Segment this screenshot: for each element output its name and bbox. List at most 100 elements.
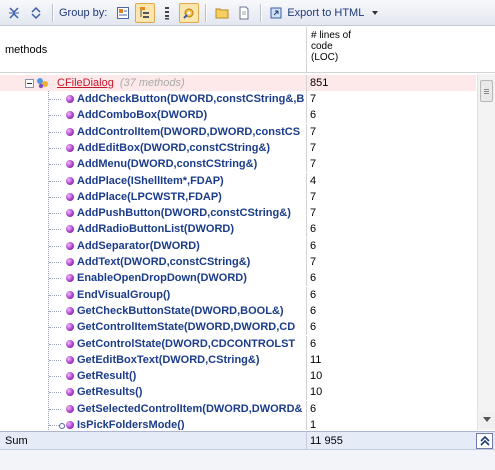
method-row[interactable]: AddSeparator(DWORD) 6 bbox=[0, 237, 476, 254]
method-row[interactable]: AddEditBox(DWORD,constCString&) 7 bbox=[0, 139, 476, 156]
tree-connector bbox=[49, 131, 61, 133]
column-header: methods # lines of code (LOC) bbox=[0, 27, 495, 73]
method-row[interactable]: GetControlItemState(DWORD,DWORD,CD 6 bbox=[0, 319, 476, 336]
method-row[interactable]: GetCheckButtonState(DWORD,BOOL&) 6 bbox=[0, 302, 476, 319]
column-divider bbox=[306, 156, 307, 173]
method-name[interactable]: GetResult() bbox=[77, 368, 306, 384]
method-row[interactable]: AddRadioButtonList(DWORD) 6 bbox=[0, 221, 476, 238]
method-icon bbox=[66, 339, 74, 348]
tree-connector bbox=[49, 278, 61, 280]
method-name[interactable]: AddRadioButtonList(DWORD) bbox=[77, 221, 306, 237]
tree-connector bbox=[49, 180, 61, 182]
tree-connector bbox=[49, 327, 61, 329]
toolbar-separator bbox=[260, 3, 262, 22]
method-loc-value: 7 bbox=[310, 207, 317, 220]
chevron-down-icon[interactable] bbox=[372, 10, 379, 15]
vertical-scrollbar[interactable] bbox=[477, 74, 495, 430]
method-name[interactable]: AddControlItem(DWORD,DWORD,constCS bbox=[77, 124, 306, 140]
method-name[interactable]: AddEditBox(DWORD,constCString&) bbox=[77, 140, 306, 156]
method-name[interactable]: AddPlace(IShellItem*,FDAP) bbox=[77, 173, 306, 189]
column-divider bbox=[306, 221, 307, 238]
method-name[interactable]: AddMenu(DWORD,constCString&) bbox=[77, 156, 306, 172]
column-divider bbox=[306, 254, 307, 270]
loc-column-header[interactable]: # lines of code (LOC) bbox=[306, 27, 476, 73]
tree-connector bbox=[49, 376, 61, 378]
method-name[interactable]: IsPickFoldersMode() bbox=[77, 417, 306, 430]
open-folder-button[interactable] bbox=[212, 3, 232, 23]
method-row[interactable]: GetResults() 10 bbox=[0, 384, 476, 401]
grip-line bbox=[484, 93, 489, 94]
class-name[interactable]: CFileDialog bbox=[57, 77, 114, 89]
group-by-type-button[interactable] bbox=[113, 3, 133, 23]
method-name[interactable]: GetControlItemState(DWORD,DWORD,CD bbox=[77, 319, 306, 335]
method-loc-value: 4 bbox=[310, 174, 317, 187]
tree-connector bbox=[49, 245, 61, 247]
class-row[interactable]: CFileDialog (37 methods) 851 bbox=[0, 75, 476, 91]
method-name[interactable]: AddCheckButton(DWORD,constCString&,B bbox=[77, 91, 306, 107]
grip-line bbox=[484, 91, 489, 92]
loc-header-line: # lines of bbox=[311, 30, 352, 41]
method-row[interactable]: AddPushButton(DWORD,constCString&) 7 bbox=[0, 205, 476, 222]
method-row[interactable]: GetControlState(DWORD,CDCONTROLST 6 bbox=[0, 335, 476, 352]
method-name[interactable]: GetSelectedControlItem(DWORD,DWORD& bbox=[77, 401, 306, 417]
document-button[interactable] bbox=[234, 3, 254, 23]
method-icon bbox=[66, 209, 74, 218]
method-row[interactable]: AddPlace(LPCWSTR,FDAP) 7 bbox=[0, 188, 476, 205]
column-divider bbox=[306, 368, 307, 385]
method-name[interactable]: GetControlState(DWORD,CDCONTROLST bbox=[77, 336, 306, 352]
method-icon bbox=[66, 421, 74, 429]
method-row[interactable]: EndVisualGroup() 6 bbox=[0, 286, 476, 303]
loc-header-line: (LOC) bbox=[311, 52, 339, 63]
tree-connector bbox=[49, 115, 61, 117]
method-row[interactable]: AddComboBox(DWORD) 6 bbox=[0, 107, 476, 124]
method-name[interactable]: AddPlace(LPCWSTR,FDAP) bbox=[77, 189, 306, 205]
group-by-hierarchy-button[interactable] bbox=[135, 2, 156, 23]
loc-header-line: code bbox=[311, 41, 333, 52]
method-name[interactable]: AddPushButton(DWORD,constCString&) bbox=[77, 205, 306, 221]
methods-tree-list[interactable]: CFileDialog (37 methods) 851 AddCheckButt… bbox=[0, 74, 476, 430]
column-divider bbox=[306, 319, 307, 336]
method-row[interactable]: AddText(DWORD,constCString&) 7 bbox=[0, 254, 476, 270]
method-name[interactable]: AddText(DWORD,constCString&) bbox=[77, 254, 306, 270]
filter-button[interactable] bbox=[179, 2, 200, 23]
document-icon bbox=[239, 6, 249, 19]
method-row[interactable]: IsPickFoldersMode() 1 bbox=[0, 417, 476, 430]
method-row[interactable]: GetSelectedControlItem(DWORD,DWORD& 6 bbox=[0, 400, 476, 417]
method-row[interactable]: AddCheckButton(DWORD,constCString&,B 7 bbox=[0, 91, 476, 107]
column-divider bbox=[306, 417, 307, 430]
method-row[interactable]: GetResult() 10 bbox=[0, 368, 476, 385]
method-loc-value: 7 bbox=[310, 125, 317, 138]
method-row[interactable]: EnableOpenDropDown(DWORD) 6 bbox=[0, 270, 476, 287]
collapse-all-icon bbox=[9, 6, 19, 19]
column-divider bbox=[306, 286, 307, 303]
collapse-toggle-icon[interactable] bbox=[25, 79, 34, 88]
method-name[interactable]: GetResults() bbox=[77, 384, 306, 400]
expand-all-button[interactable] bbox=[26, 3, 46, 23]
scroll-down-button[interactable] bbox=[479, 412, 495, 428]
tree-connector bbox=[49, 392, 61, 394]
method-name[interactable]: GetEditBoxText(DWORD,CString&) bbox=[77, 352, 306, 368]
method-name[interactable]: AddSeparator(DWORD) bbox=[77, 238, 306, 254]
method-name[interactable]: EndVisualGroup() bbox=[77, 287, 306, 303]
method-row[interactable]: GetEditBoxText(DWORD,CString&) 11 bbox=[0, 351, 476, 368]
scrollbar-thumb[interactable] bbox=[480, 80, 493, 102]
method-icon bbox=[66, 143, 74, 152]
method-row[interactable]: AddPlace(IShellItem*,FDAP) 4 bbox=[0, 172, 476, 189]
double-chevron-up-icon bbox=[479, 436, 490, 446]
collapse-panel-button[interactable] bbox=[476, 433, 493, 449]
method-loc-value: 6 bbox=[310, 109, 317, 122]
list-icon bbox=[165, 6, 170, 19]
method-icon bbox=[66, 176, 74, 185]
method-name[interactable]: GetCheckButtonState(DWORD,BOOL&) bbox=[77, 303, 306, 319]
group-by-list-button[interactable] bbox=[157, 3, 177, 23]
method-row[interactable]: AddControlItem(DWORD,DWORD,constCS 7 bbox=[0, 123, 476, 140]
method-loc-value: 6 bbox=[310, 288, 317, 301]
collapse-all-button[interactable] bbox=[4, 3, 24, 23]
method-row[interactable]: AddMenu(DWORD,constCString&) 7 bbox=[0, 156, 476, 173]
export-html-button[interactable]: Export to HTML bbox=[269, 6, 379, 20]
class-name-cell: CFileDialog (37 methods) bbox=[57, 75, 307, 91]
method-name[interactable]: AddComboBox(DWORD) bbox=[77, 107, 306, 123]
methods-column-header[interactable]: methods bbox=[5, 44, 47, 56]
method-name[interactable]: EnableOpenDropDown(DWORD) bbox=[77, 270, 306, 286]
tree-connector bbox=[49, 147, 61, 149]
